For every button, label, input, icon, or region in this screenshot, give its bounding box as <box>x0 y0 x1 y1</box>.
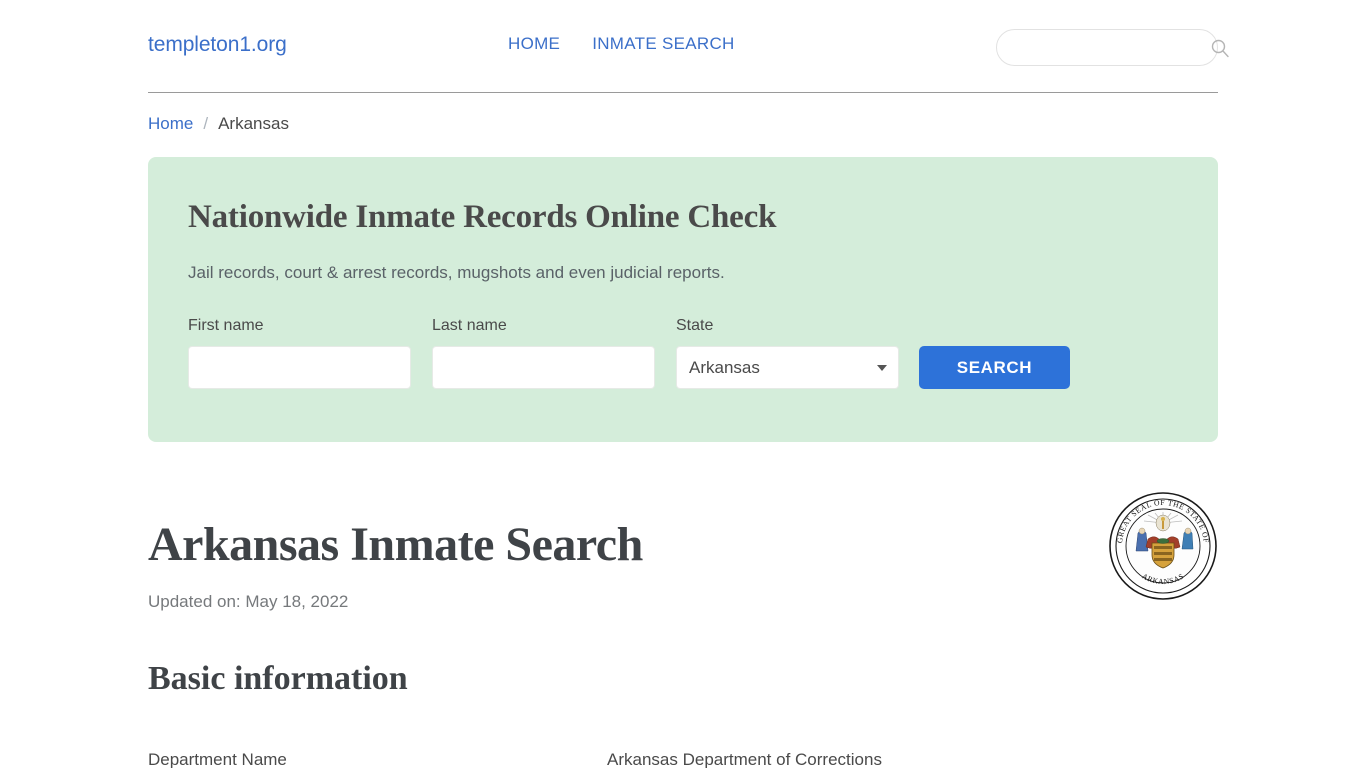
inmate-search-panel: Nationwide Inmate Records Online Check J… <box>148 157 1218 442</box>
page-root: templeton1.org HOME INMATE SEARCH Home /… <box>0 0 1366 768</box>
first-name-field-group: First name <box>188 317 411 389</box>
arkansas-state-seal-icon: GREAT SEAL OF THE STATE OF ARKANSAS <box>1108 491 1218 601</box>
nav-item-home[interactable]: HOME <box>508 34 560 54</box>
search-button[interactable]: SEARCH <box>919 346 1070 389</box>
state-select-wrapper: Arkansas <box>676 346 899 389</box>
search-icon <box>1211 39 1229 57</box>
updated-date: Updated on: May 18, 2022 <box>148 592 349 611</box>
breadcrumb-item-current: Arkansas <box>218 114 289 133</box>
section-title-basic-information: Basic information <box>148 660 408 697</box>
search-input[interactable] <box>997 30 1210 65</box>
main-navigation: HOME INMATE SEARCH <box>508 34 735 54</box>
header-search-box[interactable] <box>996 29 1229 66</box>
site-header: templeton1.org HOME INMATE SEARCH <box>148 0 1229 93</box>
last-name-label: Last name <box>432 317 507 334</box>
state-select[interactable]: Arkansas <box>676 346 899 389</box>
last-name-field-group: Last name <box>432 317 655 389</box>
last-name-input[interactable] <box>432 346 655 389</box>
breadcrumb-item-home[interactable]: Home <box>148 114 193 134</box>
page-title: Arkansas Inmate Search <box>148 518 643 571</box>
info-label: Department Name <box>148 750 287 768</box>
inmate-search-form: First name Last name State Arkansas SEAR… <box>188 317 1070 389</box>
breadcrumb-separator: / <box>203 114 209 133</box>
breadcrumb: Home / Arkansas <box>148 114 289 134</box>
panel-title: Nationwide Inmate Records Online Check <box>188 199 777 235</box>
info-value: Arkansas Department of Corrections <box>607 750 882 768</box>
panel-subtitle: Jail records, court & arrest records, mu… <box>188 263 725 282</box>
first-name-input[interactable] <box>188 346 411 389</box>
site-brand-link[interactable]: templeton1.org <box>148 33 287 57</box>
nav-item-inmate-search[interactable]: INMATE SEARCH <box>592 34 734 54</box>
state-label: State <box>676 317 714 334</box>
info-row-department-name: Department Name Arkansas Department of C… <box>148 750 1218 768</box>
search-submit-button[interactable] <box>1210 30 1230 65</box>
state-field-group: State Arkansas <box>676 317 899 389</box>
first-name-label: First name <box>188 317 264 334</box>
